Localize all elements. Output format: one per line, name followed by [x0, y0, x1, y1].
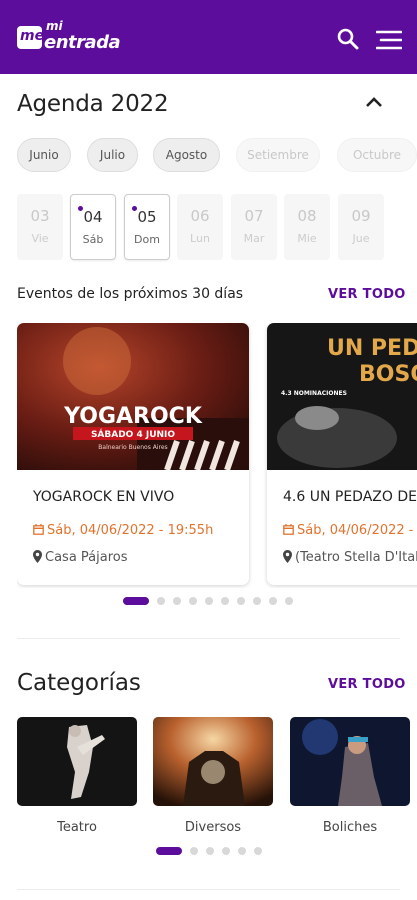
day-name: Jue — [352, 232, 370, 245]
category-image — [17, 717, 137, 806]
day-number: 05 — [137, 208, 157, 226]
pagination-dot[interactable] — [254, 847, 262, 855]
teatro-photo — [17, 717, 137, 806]
day-name: Mar — [243, 232, 265, 245]
pagination-dot[interactable] — [189, 597, 197, 605]
day-name: Lun — [190, 232, 210, 245]
app-header: me mi entrada — [0, 0, 417, 74]
logo-mi-text: mi — [46, 19, 63, 33]
calendar-icon — [33, 524, 44, 535]
upcoming-events-label: Eventos de los próximos 30 días — [17, 286, 244, 302]
day-item[interactable]: 03 Vie — [17, 194, 63, 260]
day-name: Mie — [297, 232, 317, 245]
svg-text:Balneario Buenos Aires: Balneario Buenos Aires — [98, 444, 167, 451]
section-divider — [17, 889, 400, 890]
pagination-dot[interactable] — [221, 597, 229, 605]
day-name: Dom — [134, 233, 160, 246]
diversos-photo — [153, 717, 273, 806]
day-number: 04 — [83, 208, 103, 226]
event-title: 4.6 UN PEDAZO DE BOSQUE — [283, 489, 417, 505]
calendar-icon — [283, 524, 294, 535]
day-item[interactable]: 06 Lun — [177, 194, 223, 260]
svg-text:BOSQ: BOSQ — [359, 362, 417, 387]
pagination-dot[interactable] — [190, 847, 198, 855]
svg-text:4.3 NOMINACIONES: 4.3 NOMINACIONES — [281, 390, 347, 397]
events-carousel: YOGAROCK SÁBADO 4 JUNIO Balneario Buenos… — [17, 323, 417, 588]
section-divider — [17, 638, 400, 639]
events-pagination — [123, 596, 303, 606]
day-number: 03 — [30, 207, 50, 225]
category-item-diversos[interactable]: Diversos — [153, 717, 273, 835]
logo-badge: me — [17, 26, 44, 49]
category-label: Boliches — [322, 820, 378, 835]
day-name: Vie — [31, 232, 49, 245]
categories-carousel: Teatro Diversos Boliches — [17, 717, 417, 847]
category-item-boliches[interactable]: Boliches — [290, 717, 410, 835]
event-card[interactable]: UN PEDA BOSQ 4.3 NOMINACIONES 4.6 UN PED… — [267, 323, 417, 585]
event-venue: Casa Pájaros — [33, 550, 128, 565]
event-date: Sáb, 04/06/2022 - 20:30h — [283, 523, 417, 538]
event-venue: (Teatro Stella D'Italia) — [283, 550, 417, 565]
pagination-dot-active[interactable] — [156, 847, 182, 855]
day-name: Sáb — [82, 233, 104, 246]
category-label: Diversos — [184, 820, 242, 835]
pagination-dot[interactable] — [237, 597, 245, 605]
month-chip-julio[interactable]: Julio — [87, 138, 138, 172]
location-pin-icon — [33, 550, 42, 563]
categories-title: Categorías — [17, 670, 141, 696]
category-label: Teatro — [57, 820, 97, 835]
day-item[interactable]: 09 Jue — [338, 194, 384, 260]
day-item[interactable]: 04 Sáb — [70, 194, 116, 260]
agenda-title: Agenda 2022 — [17, 91, 169, 117]
day-number: 07 — [244, 207, 264, 225]
month-chip-setiembre[interactable]: Setiembre — [236, 138, 320, 172]
pagination-dot[interactable] — [285, 597, 293, 605]
svg-text:SÁBADO 4 JUNIO: SÁBADO 4 JUNIO — [91, 428, 175, 440]
pagination-dot[interactable] — [173, 597, 181, 605]
category-item-teatro[interactable]: Teatro — [17, 717, 137, 835]
month-chip-agosto[interactable]: Agosto — [153, 138, 220, 172]
categories-see-all-link[interactable]: VER TODO — [328, 677, 406, 692]
pagination-dot[interactable] — [253, 597, 261, 605]
event-image: UN PEDA BOSQ 4.3 NOMINACIONES — [267, 323, 417, 470]
mientrada-logo[interactable]: me mi entrada — [17, 19, 129, 54]
pagination-dot[interactable] — [238, 847, 246, 855]
chevron-up-icon[interactable] — [364, 94, 384, 110]
day-selector: 03 Vie 04 Sáb 05 Dom 06 Lun 07 Mar 08 Mi… — [17, 194, 417, 262]
logo-entrada-text: entrada — [44, 32, 121, 53]
events-see-all-link[interactable]: VER TODO — [328, 287, 406, 302]
svg-text:UN PEDA: UN PEDA — [327, 336, 417, 361]
search-icon[interactable] — [336, 27, 360, 51]
pagination-dot-active[interactable] — [123, 597, 149, 605]
boliches-photo — [290, 717, 410, 806]
svg-text:YOGAROCK: YOGAROCK — [63, 404, 203, 429]
event-title: YOGAROCK EN VIVO — [33, 489, 175, 505]
day-item[interactable]: 08 Mie — [284, 194, 330, 260]
day-item[interactable]: 07 Mar — [231, 194, 277, 260]
month-selector: Junio Julio Agosto Setiembre Octubre — [17, 138, 417, 174]
pagination-dot[interactable] — [222, 847, 230, 855]
pagination-dot[interactable] — [157, 597, 165, 605]
event-card[interactable]: YOGAROCK SÁBADO 4 JUNIO Balneario Buenos… — [17, 323, 249, 585]
categories-pagination — [156, 846, 266, 856]
category-image — [153, 717, 273, 806]
day-number: 06 — [190, 207, 210, 225]
day-number: 08 — [297, 207, 317, 225]
pagination-dot[interactable] — [205, 597, 213, 605]
menu-icon[interactable] — [376, 29, 402, 51]
bosque-poster: UN PEDA BOSQ 4.3 NOMINACIONES — [267, 323, 417, 470]
month-chip-octubre[interactable]: Octubre — [337, 138, 417, 172]
day-item[interactable]: 05 Dom — [124, 194, 170, 260]
event-image: YOGAROCK SÁBADO 4 JUNIO Balneario Buenos… — [17, 323, 249, 470]
month-chip-junio[interactable]: Junio — [17, 138, 71, 172]
pagination-dot[interactable] — [206, 847, 214, 855]
event-date: Sáb, 04/06/2022 - 19:55h — [33, 523, 213, 538]
yogarock-poster: YOGAROCK SÁBADO 4 JUNIO Balneario Buenos… — [17, 323, 249, 470]
category-image — [290, 717, 410, 806]
pagination-dot[interactable] — [269, 597, 277, 605]
location-pin-icon — [283, 550, 292, 563]
day-number: 09 — [351, 207, 371, 225]
